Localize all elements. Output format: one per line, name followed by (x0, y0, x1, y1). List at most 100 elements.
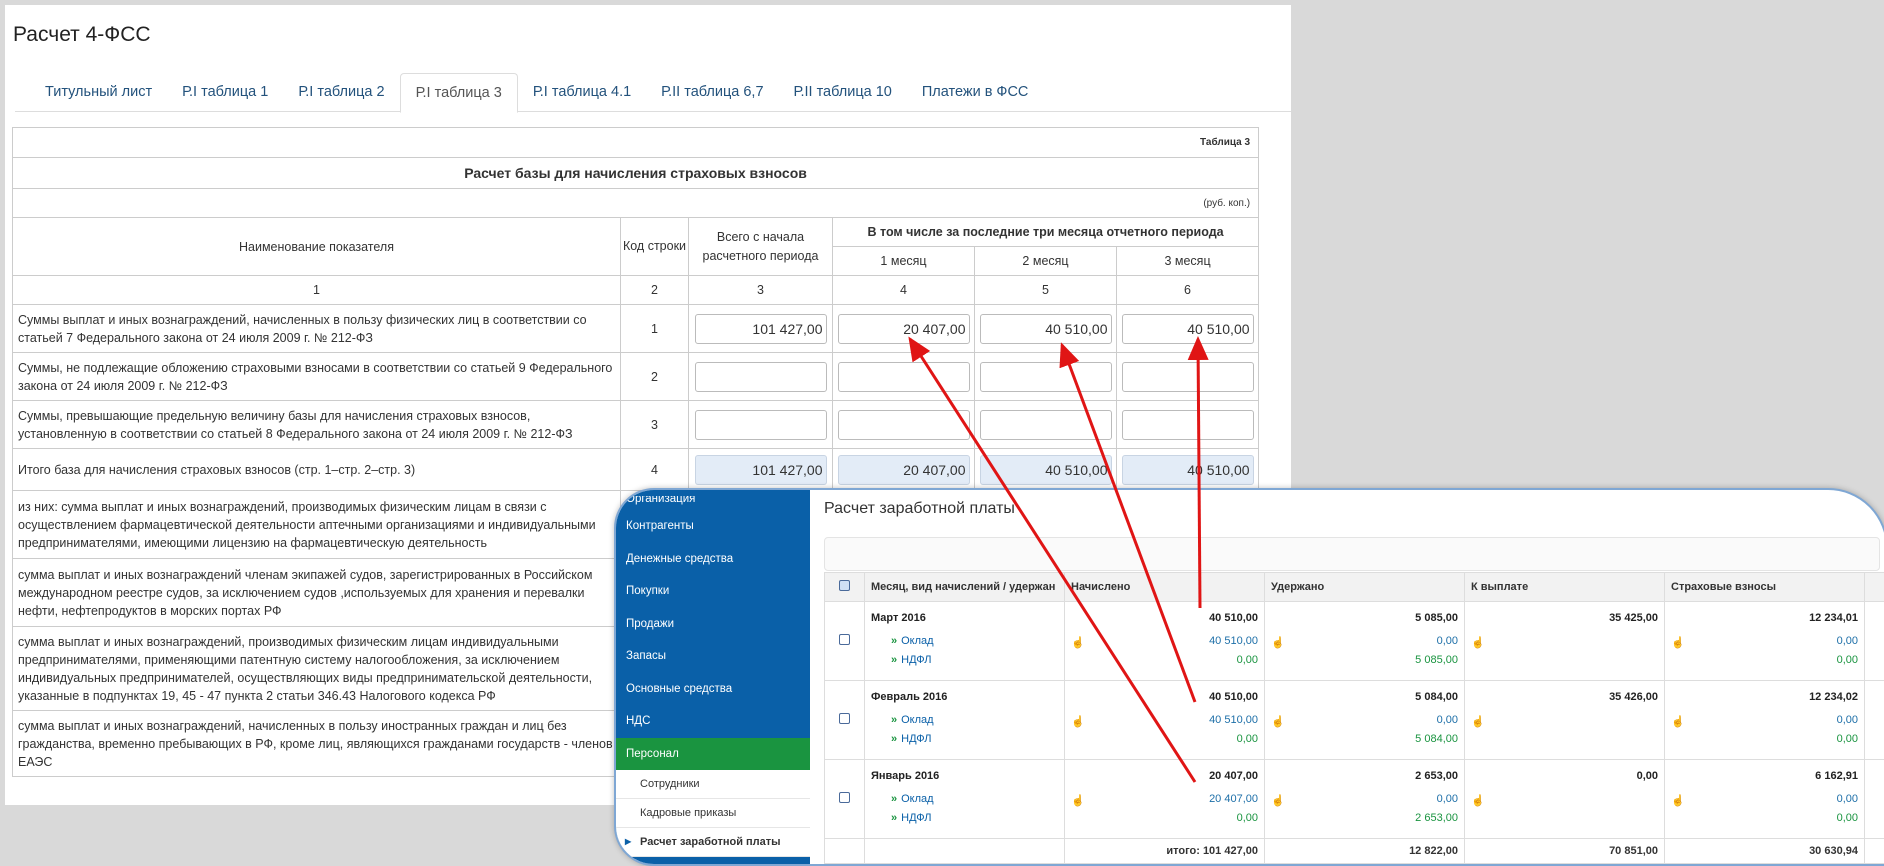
payroll-window: Организация Контрагенты Денежные средств… (614, 488, 1884, 866)
accrued-value: 20 407,00 (1209, 770, 1258, 782)
tab-section1-table2[interactable]: Р.I таблица 2 (283, 73, 399, 110)
accrued-salary-value: 20 407,00 (1209, 793, 1258, 805)
total-input[interactable] (695, 362, 827, 392)
row-label: Итого база для начисления страховых взно… (13, 449, 621, 491)
col-header-payable: К выплате (1465, 573, 1665, 602)
tab-title-page[interactable]: Титульный лист (15, 73, 167, 110)
drilldown-icon[interactable]: ☝ (1671, 715, 1685, 728)
payroll-grid: Месяц, вид начислений / удержан Начислен… (824, 572, 1884, 864)
month1-input[interactable] (838, 362, 970, 392)
sidebar-item-fixed-assets[interactable]: Основные средства (616, 673, 810, 706)
table-row[interactable]: Февраль 2016 »Оклад »НДФЛ ☝ 40 510,00 40… (825, 681, 1884, 760)
total-insurance: 30 630,94 (1665, 845, 1864, 857)
drilldown-icon[interactable]: ☝ (1071, 794, 1085, 807)
tab-section1-table4-1[interactable]: Р.I таблица 4.1 (518, 73, 646, 110)
drilldown-icon[interactable]: ☝ (1471, 636, 1485, 649)
month1-calc-field: 20 407,00 (838, 455, 970, 485)
tab-section1-table1[interactable]: Р.I таблица 1 (167, 73, 283, 110)
month1-input[interactable]: 20 407,00 (838, 314, 970, 344)
column-number: 2 (621, 276, 689, 305)
table-row: Итого база для начисления страховых взно… (13, 449, 1259, 491)
tab-section2-table10[interactable]: Р.II таблица 10 (779, 73, 907, 110)
line-item-salary[interactable]: »Оклад (891, 793, 934, 805)
submenu-employees[interactable]: Сотрудники (616, 770, 810, 799)
totals-row: итого: 101 427,00 12 822,00 70 851,00 30… (825, 839, 1884, 864)
line-item-ndfl[interactable]: »НДФЛ (891, 812, 932, 824)
col-header-month: Месяц, вид начислений / удержан (865, 573, 1065, 602)
month3-input[interactable]: 40 510,00 (1122, 314, 1254, 344)
row-checkbox[interactable] (839, 634, 850, 645)
line-item-ndfl[interactable]: »НДФЛ (891, 654, 932, 666)
table-title: Расчет базы для начисления страховых взн… (13, 158, 1259, 189)
header-month-2: 2 месяц (975, 247, 1117, 276)
row-checkbox[interactable] (839, 792, 850, 803)
sidebar-item-personnel[interactable]: Персонал (616, 738, 810, 771)
drilldown-icon[interactable]: ☝ (1471, 794, 1485, 807)
month-name[interactable]: Март 2016 (871, 612, 926, 624)
month2-input[interactable] (980, 362, 1112, 392)
withheld-salary-value: 0,00 (1437, 714, 1458, 726)
submenu-payroll[interactable]: Расчет заработной платы (616, 828, 810, 857)
sidebar-item-counterparties[interactable]: Контрагенты (616, 510, 810, 543)
sidebar-item-vat[interactable]: НДС (616, 705, 810, 738)
month-name[interactable]: Январь 2016 (871, 770, 939, 782)
sidebar: Организация Контрагенты Денежные средств… (616, 490, 810, 864)
sidebar-item-organization[interactable]: Организация (616, 496, 810, 510)
insurance-tax-value: 0,00 (1837, 654, 1858, 666)
month2-input[interactable]: 40 510,00 (980, 314, 1112, 344)
payable-value: 35 426,00 (1609, 691, 1658, 703)
drilldown-icon[interactable]: ☝ (1071, 715, 1085, 728)
total-input[interactable] (695, 410, 827, 440)
withheld-value: 2 653,00 (1415, 770, 1458, 782)
toolbar (824, 537, 1880, 571)
drilldown-icon[interactable]: ☝ (1271, 715, 1285, 728)
month3-input[interactable] (1122, 362, 1254, 392)
drilldown-icon[interactable]: ☝ (1071, 636, 1085, 649)
insurance-salary-value: 0,00 (1837, 714, 1858, 726)
insurance-value: 6 162,91 (1815, 770, 1858, 782)
header-code: Код строки (621, 218, 689, 276)
tab-fss-payments[interactable]: Платежи в ФСС (907, 73, 1044, 110)
row-label: Суммы выплат и иных вознаграждений, начи… (13, 305, 621, 353)
accrued-tax-value: 0,00 (1237, 812, 1258, 824)
row-label: сумма выплат и иных вознаграждений, начи… (13, 711, 621, 777)
month1-input[interactable] (838, 410, 970, 440)
line-item-salary[interactable]: »Оклад (891, 714, 934, 726)
line-item-ndfl[interactable]: »НДФЛ (891, 733, 932, 745)
drilldown-icon[interactable]: ☝ (1671, 794, 1685, 807)
row-label: из них: сумма выплат и иных вознагражден… (13, 491, 621, 559)
tab-section1-table3[interactable]: Р.I таблица 3 (400, 73, 518, 113)
month-name[interactable]: Февраль 2016 (871, 691, 947, 703)
month2-input[interactable] (980, 410, 1112, 440)
drilldown-icon[interactable]: ☝ (1271, 794, 1285, 807)
table-row[interactable]: Январь 2016 »Оклад »НДФЛ ☝ 20 407,00 20 … (825, 760, 1884, 839)
sidebar-item-purchases[interactable]: Покупки (616, 575, 810, 608)
submenu-hr-orders[interactable]: Кадровые приказы (616, 799, 810, 828)
drilldown-icon[interactable]: ☝ (1471, 715, 1485, 728)
accrued-salary-value: 40 510,00 (1209, 635, 1258, 647)
row-label: Суммы, превышающие предельную величину б… (13, 401, 621, 449)
insurance-salary-value: 0,00 (1837, 793, 1858, 805)
drilldown-icon[interactable]: ☝ (1671, 636, 1685, 649)
table-row[interactable]: Март 2016 »Оклад »НДФЛ ☝ 40 510,00 40 51… (825, 602, 1884, 681)
table-row: Суммы, не подлежащие обложению страховым… (13, 353, 1259, 401)
select-all-checkbox[interactable] (839, 580, 850, 591)
sidebar-item-inventory[interactable]: Запасы (616, 640, 810, 673)
sidebar-item-sales[interactable]: Продажи (616, 608, 810, 641)
month2-calc-field: 40 510,00 (980, 455, 1112, 485)
total-input[interactable]: 101 427,00 (695, 314, 827, 344)
col-header-accrued: Начислено (1065, 573, 1265, 602)
row-label: сумма выплат и иных вознаграждений, прои… (13, 627, 621, 711)
row-checkbox[interactable] (839, 713, 850, 724)
tab-section2-table6-7[interactable]: Р.II таблица 6,7 (646, 73, 778, 110)
payroll-main: Расчет заработной платы Месяц, вид начис… (810, 490, 1884, 864)
drilldown-icon[interactable]: ☝ (1271, 636, 1285, 649)
withheld-tax-value: 2 653,00 (1415, 812, 1458, 824)
total-calc-field: 101 427,00 (695, 455, 827, 485)
accrued-tax-value: 0,00 (1237, 733, 1258, 745)
header-month-1: 1 месяц (833, 247, 975, 276)
withheld-tax-value: 5 085,00 (1415, 654, 1458, 666)
line-item-salary[interactable]: »Оклад (891, 635, 934, 647)
month3-input[interactable] (1122, 410, 1254, 440)
sidebar-item-cash[interactable]: Денежные средства (616, 543, 810, 576)
